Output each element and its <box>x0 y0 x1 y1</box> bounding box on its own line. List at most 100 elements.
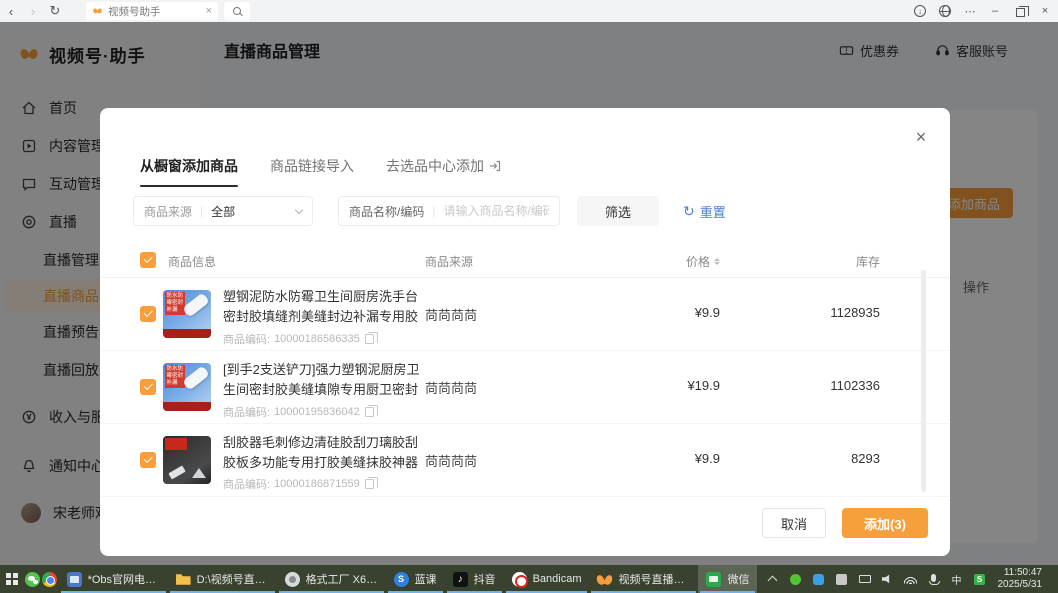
taskbar-app-folder[interactable]: D:\视频号直播... <box>168 565 277 593</box>
ime-indicator[interactable]: 中 <box>950 572 964 586</box>
tab-close-icon[interactable]: × <box>206 5 212 17</box>
product-price: ¥9.9 <box>600 305 720 320</box>
minimize-icon[interactable]: – <box>986 2 1004 20</box>
bandicam-icon <box>512 572 527 587</box>
product-code: 商品编码:10000195836042 <box>223 404 423 420</box>
add-product-modal: × 从橱窗添加商品 商品链接导入 去选品中心添加 商品来源 | 全部 商品名称/… <box>100 108 950 556</box>
microphone-icon[interactable] <box>927 572 941 586</box>
taskbar-app-lanke[interactable]: S蓝课 <box>386 565 445 593</box>
taskbar-app-bandicam[interactable]: Bandicam <box>504 565 590 593</box>
folder-icon <box>176 572 191 587</box>
globe-icon[interactable] <box>936 2 954 20</box>
modal-footer: 取消 添加(3) <box>100 508 950 540</box>
name-search-input[interactable] <box>443 204 549 218</box>
wechat-icon[interactable] <box>789 572 803 586</box>
network-icon[interactable] <box>904 572 918 586</box>
tab-selection-center[interactable]: 去选品中心添加 <box>386 156 501 187</box>
filter-button[interactable]: 筛选 <box>577 196 659 226</box>
formatfactory-icon <box>285 572 300 587</box>
product-title[interactable]: 刮胶器毛刺修边清硅胶刮刀璃胶刮胶板多功能专用打胶美缝抹胶神器 <box>223 433 423 473</box>
forward-icon[interactable]: › <box>22 4 44 19</box>
tab-import-by-link[interactable]: 商品链接导入 <box>270 156 354 187</box>
browser-tab[interactable]: 视频号助手 × <box>86 2 218 20</box>
product-thumbnail <box>163 436 211 484</box>
thumb-badge: 防水防霉密封补漏 <box>165 292 185 315</box>
menu-ellipsis-icon[interactable]: ⋯ <box>961 2 979 20</box>
volume-icon[interactable] <box>881 572 895 586</box>
header-price[interactable]: 价格 <box>600 253 720 270</box>
download-icon[interactable]: ↓ <box>911 2 929 20</box>
start-button[interactable] <box>0 565 24 593</box>
tray-icons: 中S <box>766 572 987 586</box>
product-price: ¥19.9 <box>600 378 720 393</box>
search-button[interactable] <box>224 2 250 20</box>
taskbar-app-label: 微信 <box>727 571 749 587</box>
contacts-icon[interactable] <box>835 572 849 586</box>
name-search-box: 商品名称/编码 | <box>338 196 560 226</box>
copy-icon[interactable] <box>365 479 374 489</box>
cancel-button[interactable]: 取消 <box>762 508 826 538</box>
product-stock: 1102336 <box>740 378 880 393</box>
clock-time: 11:50:47 <box>998 567 1043 580</box>
taskbar-chrome-button[interactable] <box>41 565 58 593</box>
channels-icon <box>597 572 612 587</box>
battery-icon[interactable] <box>858 572 872 586</box>
scrollbar-thumb[interactable] <box>921 270 926 492</box>
taskbar-app-wechat-win[interactable]: 微信 <box>698 565 757 593</box>
header-stock: 库存 <box>740 253 880 270</box>
divider: | <box>200 204 203 218</box>
product-title[interactable]: [到手2支送铲刀]强力塑钢泥厨房卫生间密封胶美缝填隙专用厨卫密封胶150M... <box>223 360 423 401</box>
back-icon[interactable]: ‹ <box>0 4 22 19</box>
product-code-value: 10000195836042 <box>274 406 360 418</box>
product-code-value: 10000186871559 <box>274 478 360 490</box>
confirm-add-button[interactable]: 添加(3) <box>842 508 928 538</box>
row-checkbox[interactable] <box>140 452 156 468</box>
taskbar-app-label: D:\视频号直播... <box>197 571 269 587</box>
taskbar-app-channels[interactable]: 视频号直播伴侣 <box>589 565 698 593</box>
copy-icon[interactable] <box>365 334 374 344</box>
close-icon[interactable]: × <box>1036 2 1054 20</box>
product-list: 防水防霉密封补漏 塑钢泥防水防霉卫生间厨房洗手台密封胶填缝剂美缝封边补漏专用胶15… <box>100 278 950 497</box>
source-select-value: 全部 <box>211 203 288 220</box>
copy-icon[interactable] <box>365 407 374 417</box>
messenger-icon[interactable] <box>812 572 826 586</box>
product-title[interactable]: 塑钢泥防水防霉卫生间厨房洗手台密封胶填缝剂美缝封边补漏专用胶150ml... <box>223 287 423 328</box>
table-row: 防水防霉密封补漏 塑钢泥防水防霉卫生间厨房洗手台密封胶填缝剂美缝封边补漏专用胶15… <box>100 278 950 351</box>
taskbar-wechat-button[interactable] <box>24 565 41 593</box>
product-code-label: 商品编码: <box>223 331 270 347</box>
chevron-up-icon[interactable] <box>766 572 780 586</box>
row-checkbox[interactable] <box>140 379 156 395</box>
product-info: [到手2支送铲刀]强力塑钢泥厨房卫生间密封胶美缝填隙专用厨卫密封胶150M...… <box>223 360 423 420</box>
select-all-checkbox[interactable] <box>140 252 156 268</box>
header-product-source: 商品来源 <box>425 253 473 270</box>
douyin-icon: ♪ <box>453 572 468 587</box>
product-code-value: 10000186586335 <box>274 333 360 345</box>
taskbar-app-formatfactory[interactable]: 格式工厂 X64 ... <box>277 565 386 593</box>
restore-icon[interactable] <box>1011 2 1029 20</box>
tab-add-from-showcase[interactable]: 从橱窗添加商品 <box>140 156 238 187</box>
reload-icon[interactable]: ↻ <box>44 3 66 19</box>
taskbar-clock[interactable]: 11:50:47 2025/5/31 <box>996 567 1051 592</box>
tab-label: 从橱窗添加商品 <box>140 156 238 176</box>
modal-close-icon[interactable]: × <box>910 126 932 148</box>
chrome-icon <box>42 572 57 587</box>
search-icon <box>233 7 241 15</box>
windows-logo-icon <box>6 573 18 585</box>
reset-button[interactable]: ↻ 重置 <box>683 202 726 221</box>
taskbar-app-obs[interactable]: *Obs官网电脑... <box>59 565 168 593</box>
source-select[interactable]: 商品来源 | 全部 <box>133 196 313 226</box>
external-link-icon <box>489 160 501 172</box>
sogou-icon[interactable]: S <box>973 572 987 586</box>
table-row: 刮胶器毛刺修边清硅胶刮刀璃胶刮胶板多功能专用打胶美缝抹胶神器商品编码:10000… <box>100 424 950 497</box>
product-source: 苘苘苘苘 <box>425 378 477 397</box>
wechat-icon <box>25 572 40 587</box>
thumb-art <box>163 402 211 411</box>
taskbar-apps: *Obs官网电脑... D:\视频号直播... 格式工厂 X64 ...S蓝课♪抖音… <box>59 565 758 593</box>
row-checkbox[interactable] <box>140 306 156 322</box>
filter-row: 商品来源 | 全部 商品名称/编码 | 筛选 ↻ 重置 <box>100 196 950 226</box>
taskbar-app-douyin[interactable]: ♪抖音 <box>445 565 504 593</box>
taskbar-app-label: *Obs官网电脑... <box>88 571 160 587</box>
thumb-art <box>182 292 210 317</box>
product-stock: 1128935 <box>740 305 880 320</box>
table-row: 防水防霉密封补漏[到手2支送铲刀]强力塑钢泥厨房卫生间密封胶美缝填隙专用厨卫密封… <box>100 351 950 424</box>
